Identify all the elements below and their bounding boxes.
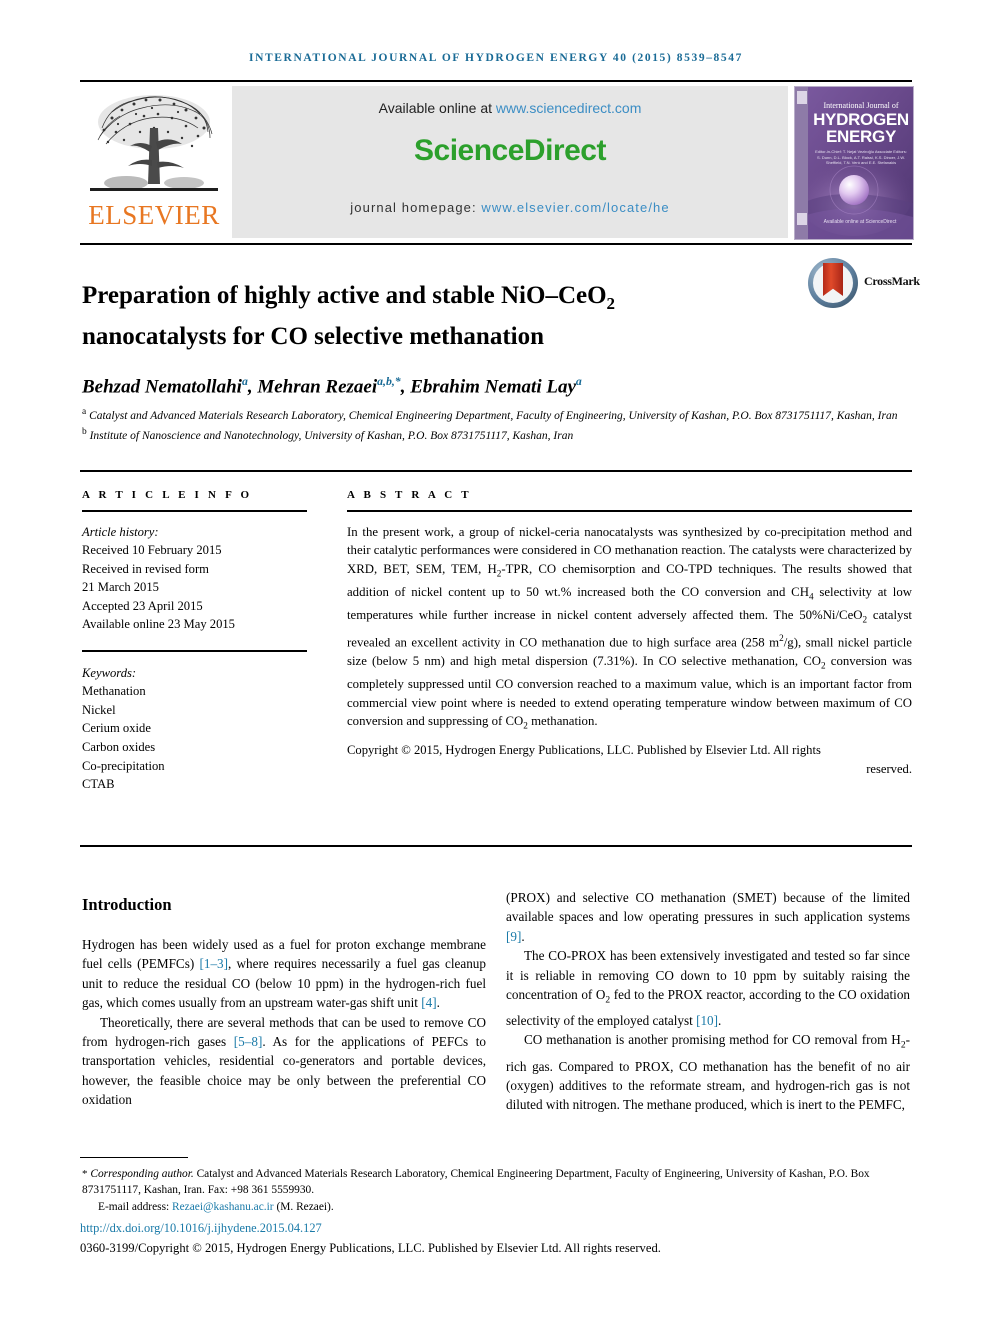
title-part-1: Preparation of highly active and stable …: [82, 281, 546, 309]
cover-sciencedirect-mark: Available online at ScienceDirect: [823, 219, 897, 225]
affiliation-b: b Institute of Nanoscience and Nanotechn…: [82, 424, 902, 444]
intro-paragraph: Theoretically, there are several methods…: [82, 1014, 486, 1108]
cover-elsevier-mark: [797, 91, 807, 104]
introduction-right-column: (PROX) and selective CO methanation (SME…: [506, 888, 910, 1115]
title-ceo: CeO: [557, 281, 607, 309]
elsevier-logo: ELSEVIER: [80, 86, 228, 238]
affiliation-a: a Catalyst and Advanced Materials Resear…: [82, 404, 902, 424]
author-name-2: Mehran Rezaei: [257, 376, 378, 398]
crossmark-icon: [808, 258, 858, 308]
keyword-item: Cerium oxide: [82, 721, 151, 736]
journal-cover-thumbnail: International Journal of HYDROGEN ENERGY…: [794, 86, 914, 240]
history-item: Received in revised form: [82, 561, 209, 576]
affiliation-list: a Catalyst and Advanced Materials Resear…: [82, 404, 902, 445]
affiliation-mark-a: a: [82, 407, 87, 417]
keywords-block: Keywords: Methanation Nickel Cerium oxid…: [82, 664, 307, 794]
doi-link[interactable]: http://dx.doi.org/10.1016/j.ijhydene.201…: [80, 1221, 910, 1236]
email-suffix: (M. Rezaei).: [273, 1201, 334, 1213]
authors-bottom-rule: [80, 470, 912, 472]
author-list: Behzad Nematollahia, Mehran Rezaeia,b,*,…: [82, 375, 582, 398]
article-history-label: Article history:: [82, 524, 159, 539]
cover-title-line1: International Journal of: [823, 101, 899, 110]
keywords-separator-rule: [82, 650, 307, 652]
running-head: INTERNATIONAL JOURNAL OF HYDROGEN ENERGY…: [249, 52, 743, 64]
sciencedirect-link[interactable]: www.sciencedirect.com: [496, 100, 642, 116]
page-title: Preparation of highly active and stable …: [82, 279, 772, 353]
cover-ihe-mark: [797, 213, 807, 225]
affiliation-text-b: Institute of Nanoscience and Nanotechnol…: [89, 430, 574, 443]
cover-title-energy: ENERGY: [826, 127, 896, 146]
cover-title-main: HYDROGEN ENERGY: [811, 111, 911, 145]
title-dash: –: [545, 281, 558, 309]
introduction-left-column: Introduction Hydrogen has been widely us…: [82, 895, 486, 1110]
masthead: ELSEVIER Available online at www.science…: [80, 86, 914, 240]
history-item: Accepted 23 April 2015: [82, 598, 203, 613]
corresponding-author-marker: *: [82, 1168, 88, 1180]
article-info-heading: A R T I C L E I N F O: [82, 489, 253, 501]
cover-editors: Editor-in-Chief: T. Nejat Veziroğlu Asso…: [815, 149, 907, 165]
available-online-prefix: Available online at: [378, 100, 496, 116]
history-item: Available online 23 May 2015: [82, 617, 235, 632]
masthead-bottom-rule: [80, 243, 912, 245]
email-address-line: E-mail address: Rezaei@kashanu.ac.ir (M.…: [82, 1199, 912, 1215]
affiliation-mark-b: b: [82, 427, 87, 438]
elsevier-wordmark: ELSEVIER: [88, 200, 220, 230]
abstract-bottom-rule: [80, 845, 912, 847]
article-first-page: INTERNATIONAL JOURNAL OF HYDROGEN ENERGY…: [0, 0, 992, 1323]
footnote-separator-rule: [80, 1157, 188, 1159]
email-link[interactable]: Rezaei@kashanu.ac.ir: [172, 1201, 274, 1213]
journal-homepage-line: journal homepage: www.elsevier.com/locat…: [232, 200, 788, 215]
journal-homepage-link[interactable]: www.elsevier.com/locate/he: [481, 200, 669, 215]
journal-homepage-prefix: journal homepage:: [350, 200, 482, 215]
abstract-heading: A B S T R A C T: [347, 489, 472, 501]
abstract-text: In the present work, a group of nickel-c…: [347, 524, 912, 731]
elsevier-tree-icon: [90, 95, 218, 191]
sciencedirect-wordmark: ScienceDirect: [414, 134, 606, 167]
keyword-item: Co-precipitation: [82, 758, 165, 773]
issn-copyright-line: 0360-3199/Copyright © 2015, Hydrogen Ene…: [80, 1241, 661, 1255]
author-marks-2: a,b,*: [377, 375, 401, 388]
author-name-3: Ebrahim Nemati Lay: [410, 376, 576, 398]
email-label: E-mail address:: [98, 1201, 173, 1213]
intro-paragraph: Hydrogen has been widely used as a fuel …: [82, 937, 486, 1011]
article-info-rule: [82, 510, 307, 512]
keyword-item: Nickel: [82, 702, 116, 717]
top-rule: [80, 80, 912, 82]
intro-paragraph: (PROX) and selective CO methanation (SME…: [506, 890, 910, 944]
copyright-reserved: reserved.: [866, 761, 912, 776]
keyword-item: Methanation: [82, 684, 146, 699]
available-online-line: Available online at www.sciencedirect.co…: [232, 100, 788, 116]
abstract-rule: [347, 510, 912, 512]
corresponding-author-label: Corresponding author.: [90, 1168, 194, 1180]
introduction-heading: Introduction: [82, 895, 172, 914]
intro-paragraph: The CO-PROX has been extensively investi…: [506, 948, 911, 1029]
intro-paragraph: CO methanation is another promising meth…: [506, 1032, 910, 1113]
crossmark-badge[interactable]: CrossMark: [808, 258, 920, 312]
history-item: Received 10 February 2015: [82, 543, 222, 558]
title-subscript: 2: [606, 293, 616, 313]
corresponding-author-address: Catalyst and Advanced Materials Research…: [82, 1168, 870, 1197]
sciencedirect-banner: Available online at www.sciencedirect.co…: [232, 86, 788, 238]
article-info-panel: A R T I C L E I N F O Article history: R…: [82, 489, 307, 794]
copyright-text: Copyright © 2015, Hydrogen Energy Public…: [347, 743, 821, 758]
abstract-panel: A B S T R A C T In the present work, a g…: [347, 489, 912, 778]
cover-sphere-graphic: [839, 175, 869, 205]
keyword-item: Carbon oxides: [82, 739, 156, 754]
title-part-2: nanocatalysts for CO selective methanati…: [82, 322, 544, 350]
author-name-1: Behzad Nematollahi: [82, 376, 242, 398]
article-history-block: Article history: Received 10 February 20…: [82, 523, 307, 635]
author-marks-1: a: [241, 375, 248, 388]
affiliation-text-a: Catalyst and Advanced Materials Research…: [89, 409, 898, 422]
abstract-copyright: Copyright © 2015, Hydrogen Energy Public…: [347, 741, 912, 778]
corresponding-author-note: * Corresponding author. Catalyst and Adv…: [82, 1166, 912, 1198]
keyword-item: CTAB: [82, 777, 115, 792]
crossmark-label: CrossMark: [864, 274, 920, 288]
author-marks-3: a: [575, 375, 582, 388]
history-item: 21 March 2015: [82, 580, 159, 595]
keywords-label: Keywords:: [82, 665, 137, 680]
